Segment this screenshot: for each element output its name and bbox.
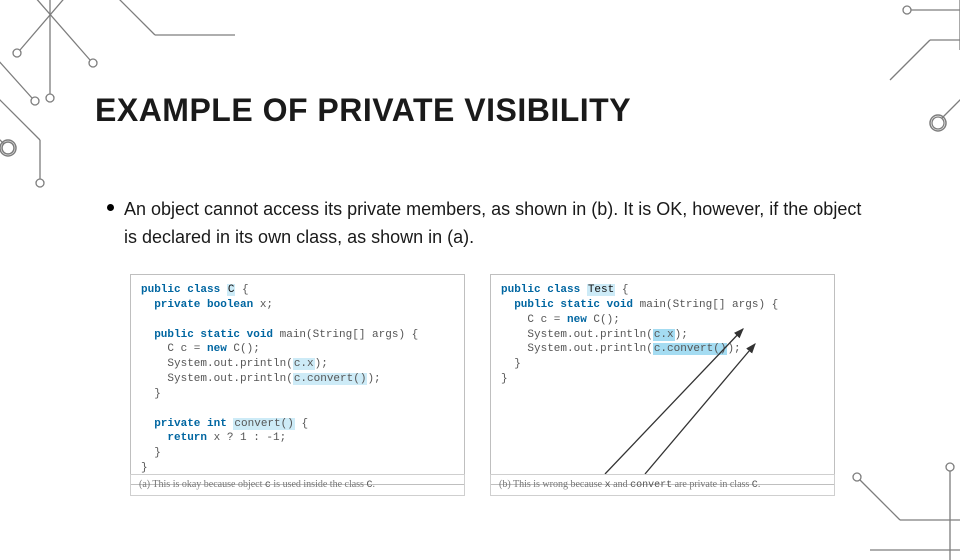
bullet-text: An object cannot access its private memb… [124, 196, 870, 252]
slide-title: EXAMPLE OF PRIVATE VISIBILITY [95, 92, 631, 129]
bullet-item: An object cannot access its private memb… [107, 196, 870, 252]
caption-b: (b) This is wrong because x and convert … [490, 474, 835, 496]
code-example-a: public class C { private boolean x; publ… [130, 274, 465, 485]
bullet-dot-icon [107, 204, 114, 211]
code-b-pre: public class Test { public static void m… [501, 283, 824, 387]
code-a-pre: public class C { private boolean x; publ… [141, 283, 454, 476]
code-example-b: public class Test { public static void m… [490, 274, 835, 485]
caption-a: (a) This is okay because object c is use… [130, 474, 465, 496]
